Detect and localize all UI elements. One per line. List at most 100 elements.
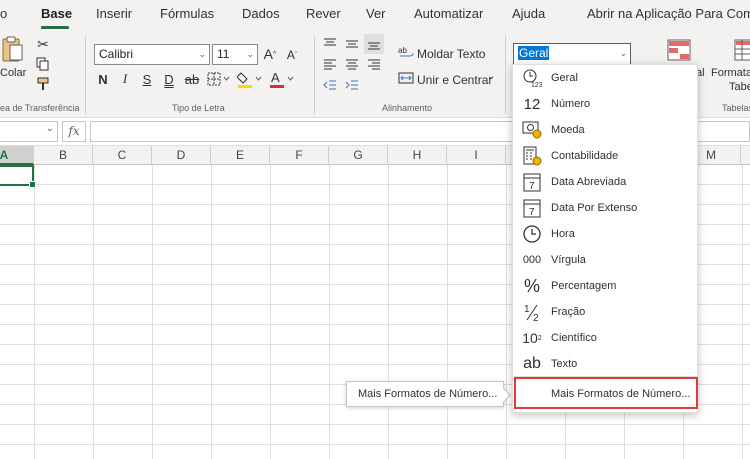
wrap-text-icon[interactable]: ab (398, 44, 414, 60)
column-header-i[interactable]: I (447, 146, 506, 165)
active-cell-a1[interactable] (0, 165, 36, 188)
tab-inserir[interactable]: Inserir (96, 6, 132, 21)
paste-button-label[interactable]: Colar (0, 67, 26, 79)
column-header-g[interactable]: G (329, 146, 388, 165)
svg-text:A: A (271, 70, 280, 85)
tab-dados[interactable]: Dados (242, 6, 280, 21)
bold-icon[interactable]: N (96, 70, 110, 88)
align-bottom-icon[interactable] (364, 34, 384, 54)
format-option-comma[interactable]: 000 Vírgula (513, 247, 699, 273)
format-option-time[interactable]: Hora (513, 221, 699, 247)
percent-format-icon: % (523, 275, 540, 296)
format-option-fraction[interactable]: 12 Fração (513, 299, 699, 325)
align-left-icon[interactable] (322, 56, 338, 72)
name-box[interactable]: ⌄ (0, 121, 58, 142)
font-name-select[interactable]: Calibri ⌄ (94, 44, 210, 65)
merge-center-icon[interactable] (398, 70, 414, 86)
column-header-f[interactable]: F (270, 146, 329, 165)
format-option-accounting[interactable]: Contabilidade (513, 143, 699, 169)
format-option-label: Moeda (551, 124, 585, 136)
time-format-icon (513, 221, 551, 247)
short-date-icon: 7 (513, 169, 551, 195)
chevron-down-icon[interactable]: ⌄ (487, 71, 495, 82)
tab-formulas[interactable]: Fórmulas (160, 6, 214, 21)
number-format-icon: 12 (523, 95, 541, 113)
format-as-table-label[interactable]: Formata (711, 67, 750, 79)
align-top-icon[interactable] (322, 36, 338, 52)
comma-format-icon: 000 (522, 254, 542, 266)
grow-font-icon[interactable]: A ^ (262, 44, 278, 64)
format-option-long-date[interactable]: 7 Data Por Extenso (513, 195, 699, 221)
chevron-down-icon: ⌄ (619, 48, 627, 58)
column-header-c[interactable]: C (93, 146, 152, 165)
column-header-b[interactable]: B (34, 146, 93, 165)
format-option-short-date[interactable]: 7 Data Abreviada (513, 169, 699, 195)
copy-icon[interactable] (34, 56, 52, 72)
borders-icon[interactable] (206, 70, 232, 88)
format-painter-icon[interactable] (34, 76, 52, 92)
format-option-percentage[interactable]: % Percentagem (513, 273, 699, 299)
wrap-text-button[interactable]: Moldar Texto (417, 47, 485, 61)
svg-text:7: 7 (529, 181, 535, 192)
column-header-e[interactable]: E (211, 146, 270, 165)
format-option-number[interactable]: 12 Número (513, 91, 699, 117)
format-option-label: Fração (551, 306, 586, 318)
column-header-d[interactable]: D (152, 146, 211, 165)
merge-center-button[interactable]: Unir e Centrar (417, 73, 492, 87)
format-option-label: Científico (551, 332, 597, 344)
underline-icon[interactable]: S (140, 70, 154, 88)
format-option-label: Percentagem (551, 280, 617, 292)
increase-indent-icon[interactable] (344, 77, 360, 93)
format-option-label: Data Abreviada (551, 176, 627, 188)
column-header-h[interactable]: H (388, 146, 447, 165)
decrease-indent-icon[interactable] (322, 77, 338, 93)
number-format-dropdown: 123 Geral 12 Número Moeda Contabilidade … (512, 64, 699, 413)
chevron-down-icon: ⌄ (246, 49, 254, 59)
chevron-down-icon[interactable]: ⌄ (46, 123, 54, 134)
align-right-icon[interactable] (366, 56, 382, 72)
format-as-table-icon[interactable] (734, 38, 750, 62)
tab-ajuda[interactable]: Ajuda (512, 6, 545, 21)
format-option-text[interactable]: ab Texto (513, 351, 699, 377)
cut-icon[interactable]: ✂ (34, 36, 52, 52)
conditional-formatting-icon[interactable] (666, 38, 692, 62)
align-center-icon[interactable] (344, 56, 360, 72)
format-option-label: Número (551, 98, 591, 110)
alignment-group-label: Alinhamento (382, 103, 433, 113)
shrink-font-icon[interactable]: Aˇ (284, 46, 300, 64)
italic-icon[interactable]: I (118, 70, 132, 88)
tab-base[interactable]: Base (41, 6, 72, 21)
fill-color-icon[interactable] (236, 68, 264, 90)
svg-text:7: 7 (529, 207, 535, 218)
number-format-select[interactable]: Geral ⌄ (513, 43, 631, 65)
font-size-select[interactable]: 11 ⌄ (212, 44, 258, 65)
align-middle-icon[interactable] (344, 36, 360, 52)
strikethrough-icon[interactable]: ab (184, 70, 200, 88)
format-option-currency[interactable]: Moeda (513, 117, 699, 143)
format-option-scientific[interactable]: 10 2 Científico (513, 325, 699, 351)
double-underline-icon[interactable]: D (162, 70, 176, 88)
font-group-label: Tipo de Letra (172, 103, 225, 113)
tables-group-label: Tabelas (722, 103, 750, 113)
format-as-table-label-2: Tabe (729, 81, 750, 93)
format-option-general[interactable]: 123 Geral (513, 65, 699, 91)
svg-text:2: 2 (533, 313, 539, 322)
tab-rever[interactable]: Rever (306, 6, 341, 21)
column-header-a[interactable]: A (0, 146, 34, 165)
format-option-label: Geral (551, 72, 578, 84)
tab-ver[interactable]: Ver (366, 6, 386, 21)
paste-icon[interactable] (0, 34, 24, 64)
tab-arquivo-partial[interactable]: o (0, 6, 7, 21)
font-size-value: 11 (217, 47, 230, 61)
insert-function-icon[interactable]: fx (62, 121, 86, 142)
highlight-box (514, 377, 698, 409)
clipboard-group-label: ea de Transferência (0, 103, 80, 113)
font-color-icon[interactable]: A (268, 68, 296, 90)
format-option-label: Contabilidade (551, 150, 619, 162)
scientific-exponent: 2 (537, 334, 542, 342)
open-in-app-link[interactable]: Abrir na Aplicação Para Comp (587, 6, 750, 21)
currency-format-icon (513, 117, 551, 143)
tab-automatizar[interactable]: Automatizar (414, 6, 483, 21)
format-option-label: Texto (551, 358, 578, 370)
active-tab-indicator (41, 26, 69, 29)
